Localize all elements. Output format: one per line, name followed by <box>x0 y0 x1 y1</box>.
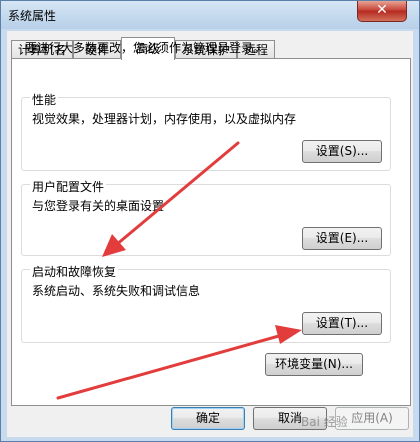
close-button[interactable]: ✕ <box>357 1 407 22</box>
title-bar[interactable]: 系统属性 ✕ <box>1 1 419 29</box>
window-title: 系统属性 <box>8 9 57 23</box>
user-profiles-settings-button[interactable]: 设置(E)... <box>302 227 382 250</box>
startup-recovery-description: 系统启动、系统失败和调试信息 <box>32 284 201 298</box>
user-profiles-description: 与您登录有关的桌面设置 <box>32 199 165 213</box>
performance-title: 性能 <box>30 91 59 108</box>
startup-recovery-group: 启动和故障恢复 系统启动、系统失败和调试信息 设置(T)... <box>21 263 391 343</box>
performance-group: 性能 视觉效果，处理器计划，内存使用，以及虚拟内存 设置(S)... <box>21 91 391 171</box>
environment-variables-button[interactable]: 环境变量(N)... <box>265 353 363 376</box>
admin-notice: 要进行大多数更改，您必须作为管理员登录。 <box>25 41 266 55</box>
watermark: Bai 经验 <box>301 415 348 429</box>
system-properties-window: 系统属性 ✕ 计算机名 硬件 高级 系统保护 远程 要进行大多数更改，您必须作为… <box>0 0 420 442</box>
startup-recovery-title: 启动和故障恢复 <box>30 263 119 280</box>
user-profiles-group: 用户配置文件 与您登录有关的桌面设置 设置(E)... <box>21 178 391 256</box>
close-icon: ✕ <box>376 2 388 18</box>
performance-description: 视觉效果，处理器计划，内存使用，以及虚拟内存 <box>32 112 297 126</box>
performance-settings-button[interactable]: 设置(S)... <box>302 140 382 163</box>
startup-recovery-settings-button[interactable]: 设置(T)... <box>302 312 382 335</box>
ok-button[interactable]: 确定 <box>171 407 245 430</box>
user-profiles-title: 用户配置文件 <box>30 178 107 195</box>
